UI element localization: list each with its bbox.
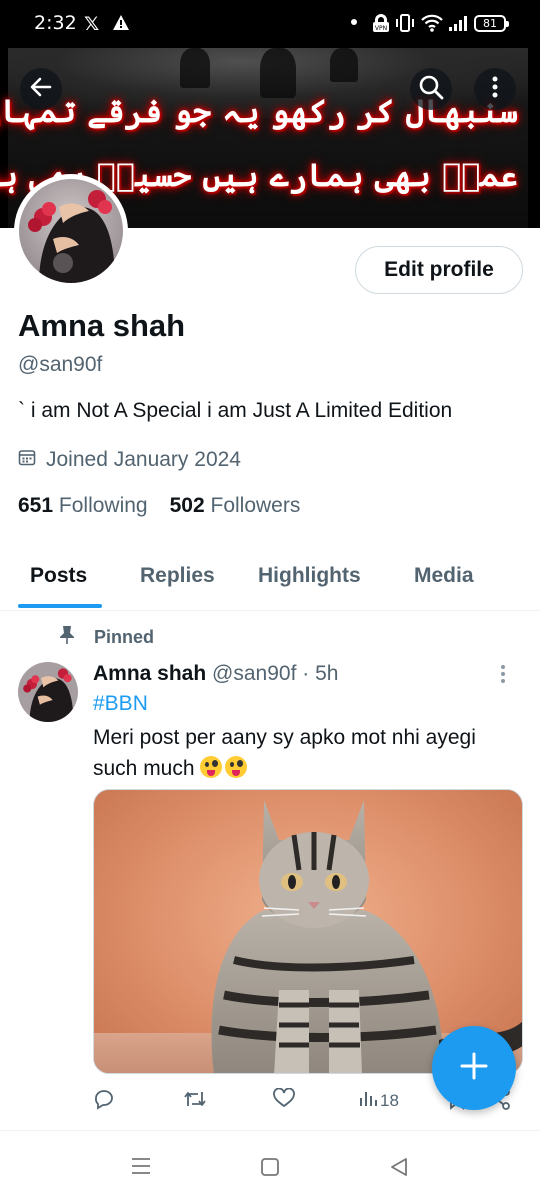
- followers-label: Followers: [210, 494, 301, 517]
- more-options-button[interactable]: [474, 68, 516, 110]
- profile-avatar[interactable]: [14, 174, 128, 288]
- battery-icon: 81: [474, 15, 509, 32]
- zany-face-emoji: [225, 756, 248, 778]
- avatar-image: [18, 662, 78, 722]
- plus-icon: [459, 1051, 489, 1086]
- back-button[interactable]: [20, 68, 62, 110]
- like-button[interactable]: [273, 1087, 295, 1113]
- profile-name: Amna shah: [18, 308, 186, 343]
- reply-icon: [93, 1088, 115, 1115]
- back-triangle-icon[interactable]: [389, 1157, 409, 1182]
- post-meta: @san90f · 5h: [212, 662, 339, 685]
- following-link[interactable]: 651 Following: [18, 494, 148, 517]
- profile-handle: @san90f: [18, 353, 103, 376]
- search-button[interactable]: [410, 68, 452, 110]
- status-bar: 2:32 𝕏 VPN 81: [0, 0, 540, 48]
- follow-stats: 651 Following 502 Followers: [18, 494, 300, 518]
- post-author-avatar[interactable]: [18, 662, 78, 722]
- status-time: 2:32: [34, 12, 77, 34]
- post-text: Meri post per aany sy apko mot nhi ayegi…: [93, 726, 476, 780]
- following-count: 651: [18, 494, 54, 517]
- banner-edge: [528, 48, 540, 228]
- joined-text: Joined January 2024: [46, 448, 241, 471]
- pinned-text: Pinned: [94, 627, 155, 647]
- banner-edge: [0, 48, 8, 228]
- more-icon: [491, 75, 499, 104]
- retweet-icon: [183, 1088, 207, 1115]
- tab-media[interactable]: Media: [414, 564, 474, 588]
- profile-bio: ` i am Not A Special i am Just A Limited…: [18, 399, 453, 422]
- home-icon[interactable]: [260, 1157, 280, 1182]
- reply-button[interactable]: [93, 1088, 115, 1115]
- following-label: Following: [58, 494, 148, 517]
- views-icon: [358, 1088, 378, 1113]
- pin-icon: [58, 625, 94, 650]
- banner-figure: [330, 48, 358, 82]
- back-icon: [28, 74, 54, 105]
- pinned-label: Pinned: [58, 625, 154, 650]
- tab-posts[interactable]: Posts: [30, 564, 87, 588]
- vibrate-icon: [394, 13, 416, 38]
- wifi-icon: [420, 13, 444, 38]
- vpn-label: VPN: [375, 25, 387, 32]
- notification-dot: [351, 19, 357, 25]
- post-header: Amna shah @san90f · 5h: [93, 662, 338, 686]
- tab-replies[interactable]: Replies: [140, 564, 215, 588]
- followers-link[interactable]: 502 Followers: [170, 494, 301, 517]
- system-nav-bar: [0, 1130, 540, 1200]
- tab-highlights[interactable]: Highlights: [258, 564, 361, 588]
- more-vertical-icon: [500, 665, 506, 688]
- compose-post-button[interactable]: [432, 1026, 516, 1110]
- joined-date: Joined January 2024: [18, 448, 241, 472]
- banner-figure: [180, 48, 210, 88]
- banner-figure: [260, 48, 296, 98]
- menu-icon[interactable]: [131, 1157, 151, 1180]
- warning-icon: [112, 14, 130, 36]
- x-icon: 𝕏: [84, 13, 100, 35]
- search-icon: [417, 73, 445, 106]
- views-count: 18: [380, 1090, 399, 1110]
- zany-face-emoji: [200, 756, 223, 778]
- post-more-button[interactable]: [500, 664, 506, 689]
- views-button[interactable]: 18: [358, 1088, 399, 1113]
- vpn-icon: VPN: [370, 12, 392, 39]
- edit-profile-button[interactable]: Edit profile: [355, 246, 523, 294]
- like-icon: [273, 1087, 295, 1113]
- post-body: Meri post per aany sy apko mot nhi ayegi…: [93, 722, 513, 784]
- post-hashtag[interactable]: #BBN: [93, 692, 148, 716]
- profile-tabs: Posts Replies Highlights Media: [0, 546, 540, 611]
- retweet-button[interactable]: [183, 1088, 207, 1115]
- post-author-name[interactable]: Amna shah: [93, 662, 206, 685]
- avatar-image: [19, 179, 123, 283]
- active-tab-indicator: [18, 604, 102, 608]
- calendar-icon: [18, 448, 46, 472]
- signal-icon: [448, 14, 468, 37]
- followers-count: 502: [169, 494, 205, 517]
